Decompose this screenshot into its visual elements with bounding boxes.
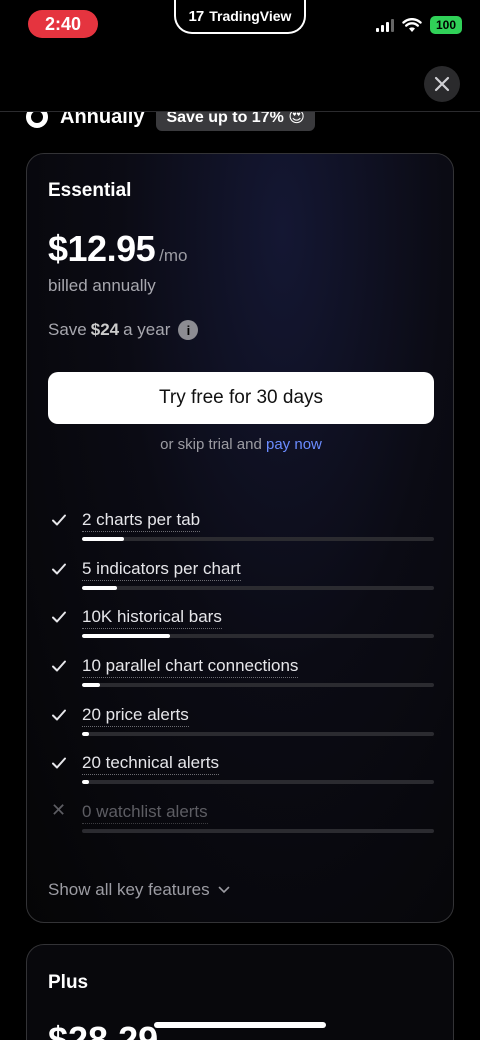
feature-item: 5 indicators per chart [48,557,434,606]
feature-level-fill [82,634,170,639]
wifi-icon [402,17,422,32]
brand-name: TradingView [209,8,292,24]
chevron-down-icon [218,886,229,894]
status-time: 2:40 [28,10,98,38]
show-all-label: Show all key features [48,880,210,899]
feature-label[interactable]: 10 parallel chart connections [82,656,299,679]
plan-price: $12.95 [48,228,156,269]
status-icons: 100 [376,16,462,34]
feature-item: 10 parallel chart connections [48,654,434,703]
feature-level-fill [82,537,125,541]
check-icon [52,611,66,623]
show-all-features-button[interactable]: Show all key features [48,880,230,900]
check-icon [52,660,66,672]
feature-level-track [82,537,434,541]
feature-item: 2 charts per tab [48,508,434,557]
feature-item: 20 technical alerts [48,751,434,800]
feature-label[interactable]: 2 charts per tab [82,510,201,532]
price-row: $12.95 /mo [48,228,187,270]
screen: 2:40 17 TradingView 100 Annually Save up… [0,0,480,1040]
feature-level-track [82,683,434,688]
feature-label[interactable]: 5 indicators per chart [82,559,241,581]
close-icon [434,76,450,92]
plan-price-plus: $28.29 [48,1019,159,1040]
feature-level-track [82,780,434,785]
feature-item: 10K historical bars [48,605,434,654]
plan-card-essential: Essential $12.95 /mo billed annually Sav… [26,153,454,923]
close-button[interactable] [424,66,460,102]
feature-level-fill [82,683,100,688]
feature-level-track [82,585,434,590]
price-period: /mo [159,246,188,265]
signal-icon [376,18,394,32]
savings-row: Save $24 a year i [48,320,199,340]
feature-item: 20 price alerts [48,703,434,752]
savings-prefix: Save [48,320,87,339]
feature-item: ✕ 0 watchlist alerts [48,800,434,849]
skip-trial-row: or skip trial and pay now [27,436,455,453]
check-icon [52,514,66,526]
feature-label[interactable]: 10K historical bars [82,607,222,630]
feature-level-track [82,829,434,834]
feature-level-track [82,634,434,639]
billing-note: billed annually [48,276,156,295]
tradingview-logo-icon: 17 [188,7,205,25]
feature-label[interactable]: 0 watchlist alerts [82,802,208,825]
feature-level-fill [82,731,90,736]
status-bar: 2:40 17 TradingView 100 [0,0,480,50]
brand-pill: 17 TradingView [174,0,306,34]
feature-level-fill [82,585,118,590]
x-icon: ✕ [51,800,67,821]
feature-label[interactable]: 20 price alerts [82,705,189,727]
check-icon [52,563,66,575]
feature-level-fill [82,780,90,785]
header-divider [0,111,480,112]
savings-amount: $24 [90,320,120,339]
pay-now-link[interactable]: pay now [266,436,322,453]
plan-name-plus: Plus [48,972,89,993]
battery-indicator: 100 [430,16,462,34]
check-icon [52,757,66,769]
info-icon[interactable]: i [178,320,199,340]
header-backdrop [0,56,420,111]
feature-level-track [82,731,434,736]
feature-list: 2 charts per tab 5 indicators per chart 10… [48,508,434,849]
plan-name: Essential [48,180,132,201]
check-icon [52,709,66,721]
home-indicator [154,1022,326,1028]
skip-trial-text: or skip trial and [160,436,262,453]
try-free-button[interactable]: Try free for 30 days [48,372,434,424]
feature-label[interactable]: 20 technical alerts [82,753,220,776]
savings-suffix: a year [123,320,171,339]
